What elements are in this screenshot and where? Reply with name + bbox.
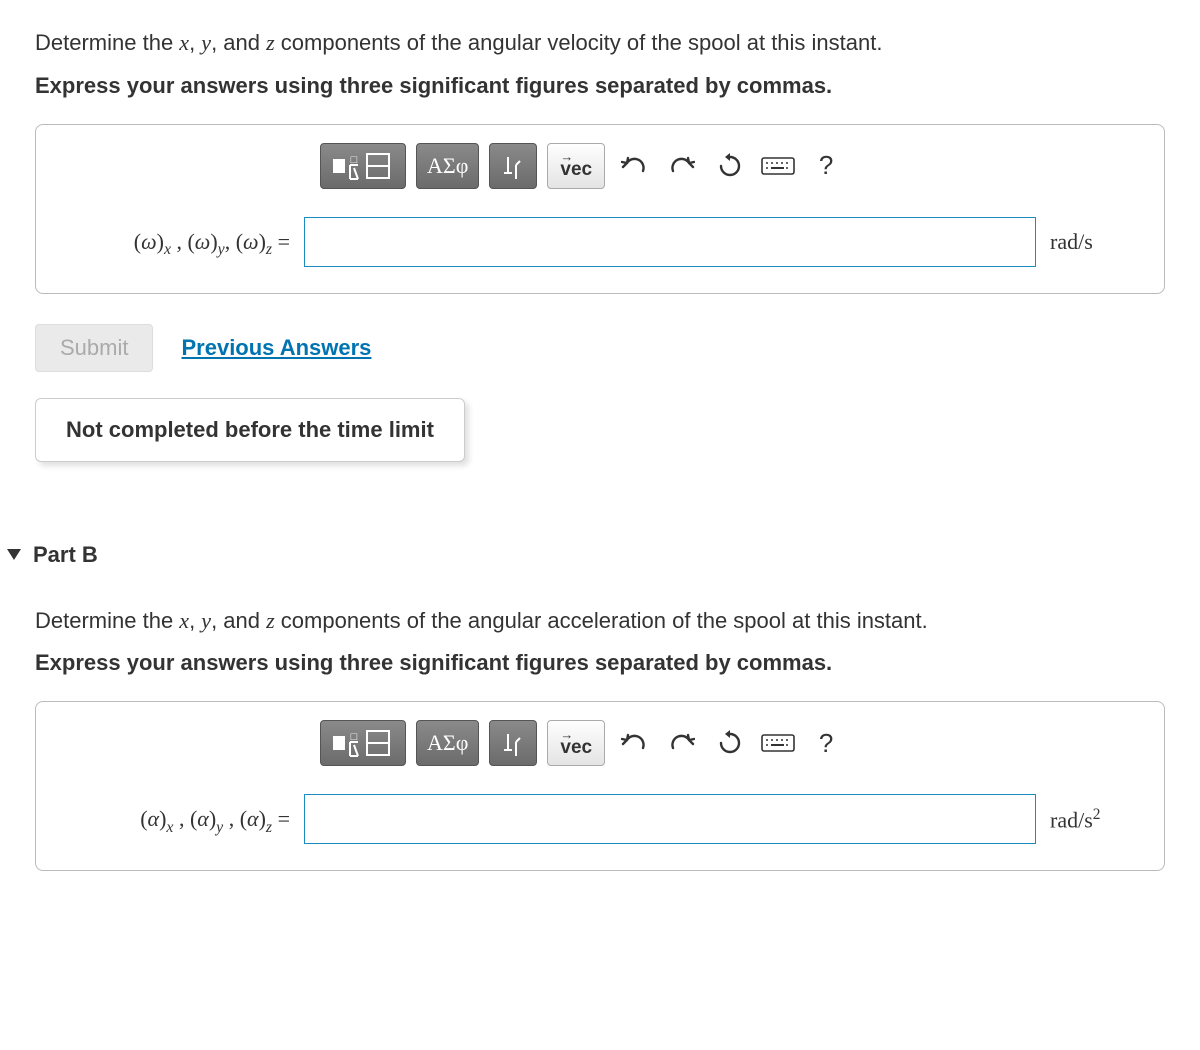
partA-answer-input[interactable]: [304, 217, 1036, 267]
partA-prompt: Determine the x, y, and z components of …: [35, 28, 1165, 59]
greek-letters-button[interactable]: ΑΣφ: [416, 143, 479, 189]
templates-button[interactable]: □: [320, 720, 406, 766]
partB-unit: rad/s2: [1050, 806, 1140, 833]
partA-instruction: Express your answers using three signifi…: [35, 71, 1165, 102]
partA-input-row: (ω)x , (ω)y, (ω)z = rad/s: [60, 217, 1140, 267]
var-x: x: [179, 30, 189, 55]
partA-answer-box: □ ΑΣφ →vec: [35, 124, 1165, 294]
vec-label-text: vec: [560, 159, 592, 180]
partA-unit: rad/s: [1050, 229, 1140, 255]
vec-label-text: vec: [560, 737, 592, 758]
equation-toolbar-b: □ ΑΣφ →vec: [60, 720, 1140, 766]
reset-button[interactable]: [711, 720, 749, 766]
redo-button[interactable]: [663, 720, 701, 766]
help-label: ?: [819, 150, 833, 181]
vec-button[interactable]: →vec: [547, 143, 605, 189]
templates-button[interactable]: □: [320, 143, 406, 189]
subscript-button[interactable]: [489, 143, 537, 189]
partB-input-row: (α)x , (α)y , (α)z = rad/s2: [60, 794, 1140, 844]
partB-title: Part B: [33, 542, 98, 568]
help-label: ?: [819, 728, 833, 759]
var-y: y: [201, 30, 211, 55]
text: Determine the: [35, 608, 179, 633]
redo-button[interactable]: [663, 143, 701, 189]
partA-var-label: (ω)x , (ω)y, (ω)z =: [60, 229, 290, 255]
partB-var-label: (α)x , (α)y , (α)z =: [60, 806, 290, 832]
keyboard-button[interactable]: [759, 720, 797, 766]
text: , and: [211, 30, 266, 55]
var-x: x: [179, 608, 189, 633]
text: , and: [211, 608, 266, 633]
text: ,: [189, 30, 201, 55]
submit-button[interactable]: Submit: [35, 324, 153, 372]
text: ,: [189, 608, 201, 633]
var-z: z: [266, 30, 275, 55]
previous-answers-link[interactable]: Previous Answers: [181, 335, 371, 361]
caret-down-icon: [7, 549, 21, 560]
text: Determine the: [35, 30, 179, 55]
vec-button[interactable]: →vec: [547, 720, 605, 766]
partB-prompt: Determine the x, y, and z components of …: [35, 606, 1165, 637]
reset-button[interactable]: [711, 143, 749, 189]
keyboard-button[interactable]: [759, 143, 797, 189]
undo-button[interactable]: [615, 143, 653, 189]
text: components of the angular velocity of th…: [275, 30, 883, 55]
undo-button[interactable]: [615, 720, 653, 766]
help-button[interactable]: ?: [807, 720, 845, 766]
greek-label: ΑΣφ: [427, 730, 468, 756]
equation-toolbar: □ ΑΣφ →vec: [60, 143, 1140, 189]
greek-letters-button[interactable]: ΑΣφ: [416, 720, 479, 766]
partB-answer-box: □ ΑΣφ →vec: [35, 701, 1165, 871]
subscript-button[interactable]: [489, 720, 537, 766]
help-button[interactable]: ?: [807, 143, 845, 189]
text: components of the angular acceleration o…: [275, 608, 928, 633]
partB-header[interactable]: Part B: [7, 542, 1165, 568]
var-y: y: [201, 608, 211, 633]
var-z: z: [266, 608, 275, 633]
partB-answer-input[interactable]: [304, 794, 1036, 844]
status-message: Not completed before the time limit: [35, 398, 465, 462]
partA-actions: Submit Previous Answers: [35, 324, 1165, 372]
partB-instruction: Express your answers using three signifi…: [35, 648, 1165, 679]
greek-label: ΑΣφ: [427, 153, 468, 179]
